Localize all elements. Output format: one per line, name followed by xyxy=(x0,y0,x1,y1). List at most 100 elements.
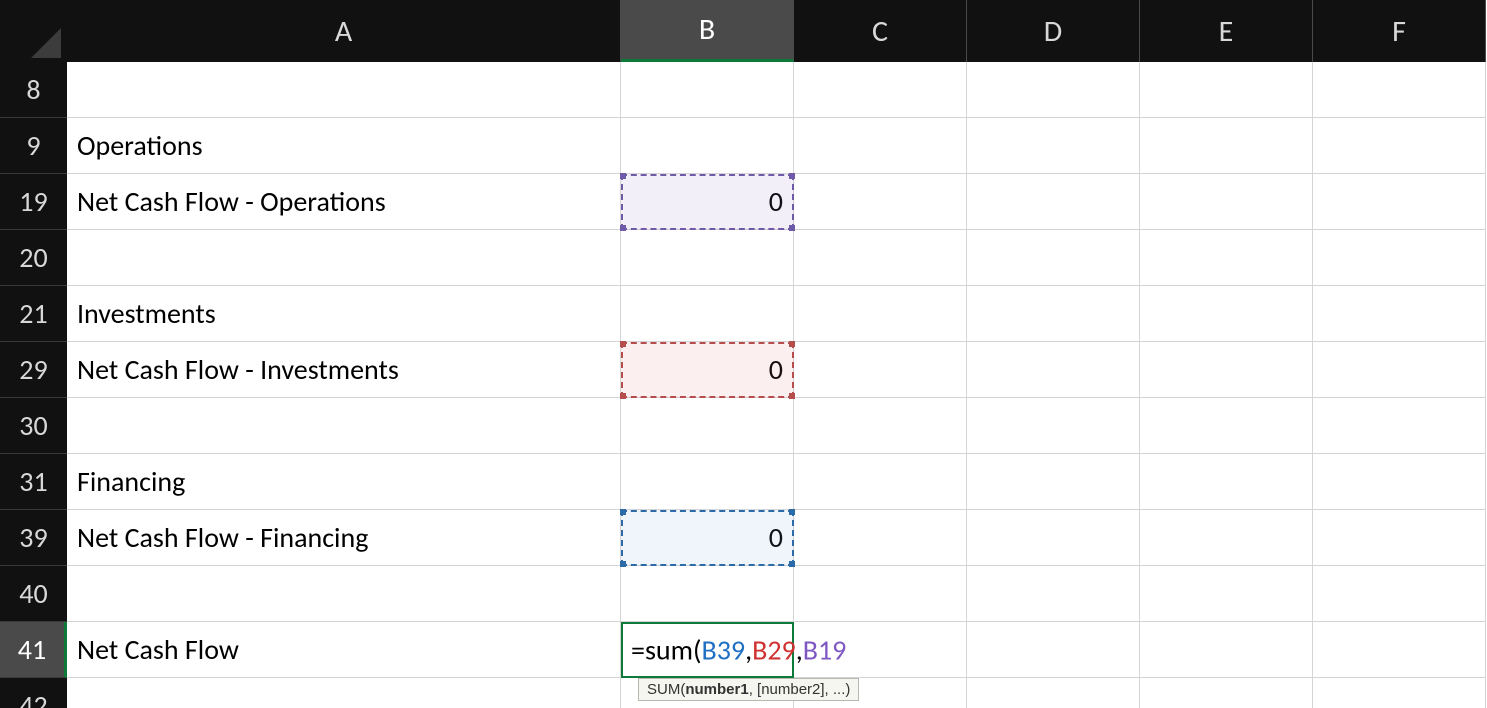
row-header-41[interactable]: 41 xyxy=(0,622,67,678)
cell-c9[interactable] xyxy=(794,118,967,174)
cell-f8[interactable] xyxy=(1313,62,1486,118)
cell-f29[interactable] xyxy=(1313,342,1486,398)
cell-c20[interactable] xyxy=(794,230,967,286)
cell-d21[interactable] xyxy=(967,286,1140,342)
cell-a41[interactable]: Net Cash Flow xyxy=(67,622,621,678)
cell-a30[interactable] xyxy=(67,398,621,454)
cell-a9[interactable]: Operations xyxy=(67,118,621,174)
row-header-30[interactable]: 30 xyxy=(0,398,67,454)
cell-c30[interactable] xyxy=(794,398,967,454)
tooltip-rest: , [number2], ...) xyxy=(749,681,851,698)
row-header-21[interactable]: 21 xyxy=(0,286,67,342)
cell-c19[interactable] xyxy=(794,174,967,230)
row-header-40[interactable]: 40 xyxy=(0,566,67,622)
cell-f9[interactable] xyxy=(1313,118,1486,174)
cell-f39[interactable] xyxy=(1313,510,1486,566)
cell-b41-editing[interactable]: =sum(B39,B29,B19 xyxy=(621,622,794,678)
cell-a31[interactable]: Financing xyxy=(67,454,621,510)
cell-b31[interactable] xyxy=(621,454,794,510)
cell-f41[interactable] xyxy=(1313,622,1486,678)
formula-ref-b29: B29 xyxy=(752,633,796,668)
cell-b8[interactable] xyxy=(621,62,794,118)
cell-e9[interactable] xyxy=(1140,118,1313,174)
cell-f40[interactable] xyxy=(1313,566,1486,622)
column-header-d[interactable]: D xyxy=(967,0,1140,62)
cell-e20[interactable] xyxy=(1140,230,1313,286)
cell-d42[interactable] xyxy=(967,678,1140,708)
cell-b19[interactable]: 0 xyxy=(621,174,794,230)
cell-e8[interactable] xyxy=(1140,62,1313,118)
cell-c39[interactable] xyxy=(794,510,967,566)
cell-b20[interactable] xyxy=(621,230,794,286)
cell-d19[interactable] xyxy=(967,174,1140,230)
cell-d41[interactable] xyxy=(967,622,1140,678)
cell-e29[interactable] xyxy=(1140,342,1313,398)
row-header-19[interactable]: 19 xyxy=(0,174,67,230)
column-header-c[interactable]: C xyxy=(794,0,967,62)
cell-a8[interactable] xyxy=(67,62,621,118)
cell-f19[interactable] xyxy=(1313,174,1486,230)
cell-f21[interactable] xyxy=(1313,286,1486,342)
column-header-b[interactable]: B xyxy=(621,0,794,62)
formula-input[interactable]: =sum(B39,B29,B19 xyxy=(631,633,846,668)
function-tooltip[interactable]: SUM(number1, [number2], ...) xyxy=(638,678,859,701)
cell-c21[interactable] xyxy=(794,286,967,342)
cell-d31[interactable] xyxy=(967,454,1140,510)
cell-d40[interactable] xyxy=(967,566,1140,622)
cell-e30[interactable] xyxy=(1140,398,1313,454)
column-header-e[interactable]: E xyxy=(1140,0,1313,62)
select-all-triangle-icon xyxy=(31,28,61,58)
cell-b29[interactable]: 0 xyxy=(621,342,794,398)
cell-c31[interactable] xyxy=(794,454,967,510)
row-header-31[interactable]: 31 xyxy=(0,454,67,510)
grid-row-41: Net Cash Flow =sum(B39,B29,B19 xyxy=(67,622,1487,678)
select-all-corner[interactable] xyxy=(0,0,67,62)
cell-a42[interactable] xyxy=(67,678,621,708)
cell-b39[interactable]: 0 xyxy=(621,510,794,566)
grid-row-39: Net Cash Flow - Financing 0 xyxy=(67,510,1487,566)
cell-e41[interactable] xyxy=(1140,622,1313,678)
cell-e21[interactable] xyxy=(1140,286,1313,342)
cell-f42[interactable] xyxy=(1313,678,1486,708)
grid-row-29: Net Cash Flow - Investments 0 xyxy=(67,342,1487,398)
cell-d9[interactable] xyxy=(967,118,1140,174)
cell-b21[interactable] xyxy=(621,286,794,342)
cell-a40[interactable] xyxy=(67,566,621,622)
cell-c40[interactable] xyxy=(794,566,967,622)
cell-c8[interactable] xyxy=(794,62,967,118)
cell-d20[interactable] xyxy=(967,230,1140,286)
row-header-8[interactable]: 8 xyxy=(0,62,67,118)
cell-f31[interactable] xyxy=(1313,454,1486,510)
cell-b40[interactable] xyxy=(621,566,794,622)
cell-a29[interactable]: Net Cash Flow - Investments xyxy=(67,342,621,398)
cell-f30[interactable] xyxy=(1313,398,1486,454)
cell-d29[interactable] xyxy=(967,342,1140,398)
cell-f20[interactable] xyxy=(1313,230,1486,286)
cell-a19[interactable]: Net Cash Flow - Operations xyxy=(67,174,621,230)
grid-row-21: Investments xyxy=(67,286,1487,342)
row-header-42[interactable]: 42 xyxy=(0,678,67,708)
row-header-9[interactable]: 9 xyxy=(0,118,67,174)
cell-a20[interactable] xyxy=(67,230,621,286)
cell-d8[interactable] xyxy=(967,62,1140,118)
grid-row-30 xyxy=(67,398,1487,454)
cell-b30[interactable] xyxy=(621,398,794,454)
cell-a39[interactable]: Net Cash Flow - Financing xyxy=(67,510,621,566)
row-header-39[interactable]: 39 xyxy=(0,510,67,566)
cell-c29[interactable] xyxy=(794,342,967,398)
cell-b9[interactable] xyxy=(621,118,794,174)
row-header-29[interactable]: 29 xyxy=(0,342,67,398)
row-header-20[interactable]: 20 xyxy=(0,230,67,286)
cell-e31[interactable] xyxy=(1140,454,1313,510)
sheet-grid[interactable]: Operations Net Cash Flow - Operations 0 … xyxy=(67,62,1487,708)
column-header-f[interactable]: F xyxy=(1313,0,1486,62)
cell-e39[interactable] xyxy=(1140,510,1313,566)
cell-d39[interactable] xyxy=(967,510,1140,566)
column-header-a[interactable]: A xyxy=(67,0,621,62)
cell-e42[interactable] xyxy=(1140,678,1313,708)
cell-d30[interactable] xyxy=(967,398,1140,454)
grid-row-19: Net Cash Flow - Operations 0 xyxy=(67,174,1487,230)
cell-a21[interactable]: Investments xyxy=(67,286,621,342)
cell-e40[interactable] xyxy=(1140,566,1313,622)
cell-e19[interactable] xyxy=(1140,174,1313,230)
